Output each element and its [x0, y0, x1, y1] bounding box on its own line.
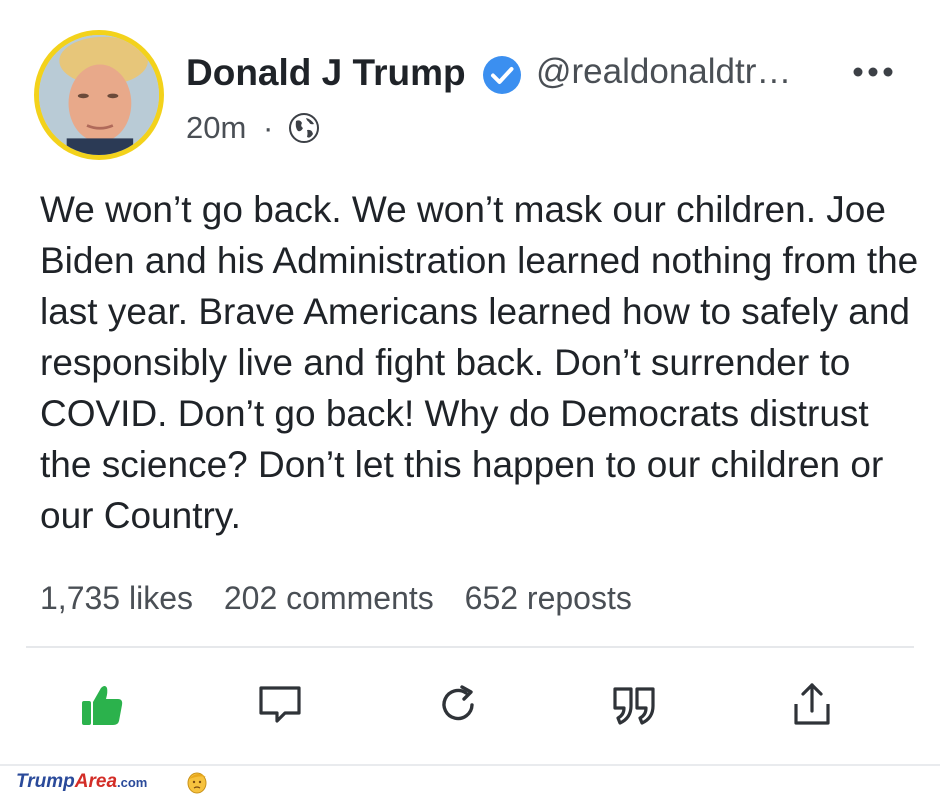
comments-count[interactable]: 202 comments [224, 580, 434, 616]
post-text: We won’t go back. We won’t mask our chil… [40, 189, 919, 536]
bottom-divider [0, 764, 940, 766]
comment-button[interactable] [256, 680, 304, 730]
thumbs-up-icon [82, 686, 123, 725]
reposts-count[interactable]: 652 reposts [465, 580, 632, 616]
repost-icon [442, 685, 474, 721]
more-options-icon[interactable] [848, 57, 898, 87]
meta-separator: · [263, 110, 274, 145]
share-button[interactable] [788, 680, 836, 730]
watermark-part1: Trump [16, 771, 75, 792]
likes-count[interactable]: 1,735 likes [40, 580, 193, 616]
post-timestamp[interactable]: 20m [186, 110, 246, 146]
repost-button[interactable] [434, 680, 482, 730]
action-bar [0, 680, 940, 736]
watermark-part3: .com [117, 775, 148, 790]
watermark-face-icon [186, 770, 208, 794]
watermark-part2: Area [74, 771, 118, 792]
like-button[interactable] [78, 680, 126, 730]
quote-icon [613, 687, 655, 725]
comment-icon [259, 686, 301, 723]
avatar-image [39, 35, 159, 155]
share-icon [794, 683, 830, 725]
verified-icon [482, 55, 522, 95]
avatar[interactable] [34, 30, 164, 160]
post-stats: 1,735 likes 202 comments 652 reposts [40, 580, 654, 617]
globe-icon [288, 112, 320, 144]
watermark-logo: TrumpArea.com [16, 771, 147, 793]
quote-button[interactable] [611, 680, 659, 730]
author-handle[interactable]: @realdonaldtr… [536, 52, 791, 92]
divider [26, 646, 914, 648]
author-name[interactable]: Donald J Trump [186, 52, 466, 94]
